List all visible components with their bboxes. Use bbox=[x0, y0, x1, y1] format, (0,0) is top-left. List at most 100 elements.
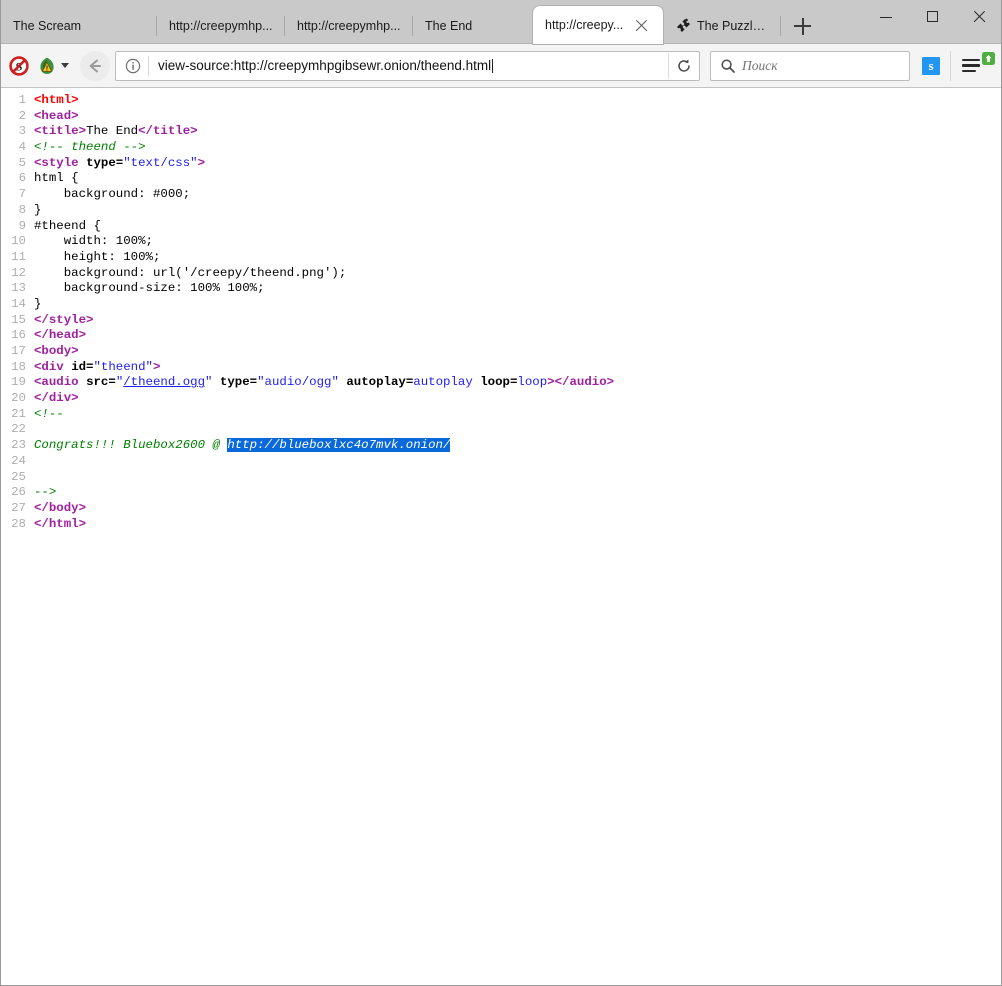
tab-label: The Puzzle Ma... bbox=[697, 19, 769, 33]
app-menu-button[interactable] bbox=[950, 51, 993, 81]
line-number: 8 bbox=[1, 203, 34, 219]
source-token: <div bbox=[34, 360, 71, 374]
search-input[interactable]: Поиск bbox=[742, 58, 778, 74]
source-token: > bbox=[153, 360, 160, 374]
tor-button[interactable]: ! bbox=[37, 56, 69, 76]
line-content: background: url('/creepy/theend.png'); bbox=[34, 266, 346, 282]
address-bar[interactable]: view-source:http://creepymhpgibsewr.onio… bbox=[115, 51, 700, 81]
source-token: --> bbox=[34, 485, 56, 499]
tab-close-button[interactable] bbox=[633, 17, 650, 34]
browser-tab[interactable]: http://creepymhp... bbox=[157, 8, 285, 44]
source-line: 17<body> bbox=[1, 344, 1001, 360]
browser-tab[interactable]: The Scream bbox=[1, 8, 157, 44]
line-content: height: 100%; bbox=[34, 250, 160, 266]
source-token: type= bbox=[86, 156, 123, 170]
update-badge bbox=[982, 52, 995, 65]
line-content: width: 100%; bbox=[34, 234, 153, 250]
source-line: 15</style> bbox=[1, 313, 1001, 329]
line-number: 3 bbox=[1, 124, 34, 140]
line-content: </html> bbox=[34, 517, 86, 533]
source-line: 16</head> bbox=[1, 328, 1001, 344]
line-number: 6 bbox=[1, 171, 34, 187]
noscript-icon[interactable]: S bbox=[9, 56, 29, 76]
browser-tab[interactable]: The Puzzle Ma... bbox=[663, 8, 781, 44]
source-token: width: 100%; bbox=[34, 234, 153, 248]
line-number: 18 bbox=[1, 360, 34, 376]
source-token: <html> bbox=[34, 93, 79, 107]
line-content: <!-- bbox=[34, 407, 64, 423]
source-token: </html> bbox=[34, 517, 86, 531]
line-number: 12 bbox=[1, 266, 34, 282]
line-content: <div id="theend"> bbox=[34, 360, 160, 376]
line-number: 13 bbox=[1, 281, 34, 297]
source-link[interactable]: /theend.ogg bbox=[123, 375, 205, 389]
address-text[interactable]: view-source:http://creepymhpgibsewr.onio… bbox=[149, 58, 668, 73]
line-content: </body> bbox=[34, 501, 86, 517]
tab-list: The Scream http://creepymhp... http://cree… bbox=[1, 0, 817, 44]
source-line: 21<!-- bbox=[1, 407, 1001, 423]
close-window-button[interactable] bbox=[955, 0, 1001, 32]
source-token: The End bbox=[86, 124, 138, 138]
maximize-button[interactable] bbox=[909, 0, 955, 32]
browser-tab[interactable]: http://creepy... bbox=[533, 6, 663, 44]
source-token: <body> bbox=[34, 344, 79, 358]
info-icon[interactable] bbox=[125, 58, 141, 74]
line-content: background: #000; bbox=[34, 187, 190, 203]
line-content: <body> bbox=[34, 344, 79, 360]
line-number: 27 bbox=[1, 501, 34, 517]
tab-label: http://creepymhp... bbox=[169, 19, 273, 33]
source-line: 3<title>The End</title> bbox=[1, 124, 1001, 140]
source-line: 24 bbox=[1, 454, 1001, 470]
line-number: 22 bbox=[1, 422, 34, 438]
browser-tab[interactable]: http://creepymhp... bbox=[285, 8, 413, 44]
source-token: <!-- theend --> bbox=[34, 140, 146, 154]
line-content: <audio src="/theend.ogg" type="audio/ogg… bbox=[34, 375, 614, 391]
line-number: 14 bbox=[1, 297, 34, 313]
back-button[interactable] bbox=[80, 51, 110, 81]
source-line: 6html { bbox=[1, 171, 1001, 187]
source-line: 18<div id="theend"> bbox=[1, 360, 1001, 376]
source-token: } bbox=[34, 203, 41, 217]
browser-tab[interactable]: The End bbox=[413, 8, 533, 44]
source-token: </style> bbox=[34, 313, 94, 327]
tab-label: The End bbox=[425, 19, 472, 33]
source-line: 8} bbox=[1, 203, 1001, 219]
source-line: 26--> bbox=[1, 485, 1001, 501]
window-controls bbox=[863, 0, 1001, 34]
source-token: background: url('/creepy/theend.png'); bbox=[34, 266, 346, 280]
tab-strip: The Scream http://creepymhp... http://cree… bbox=[1, 0, 1001, 44]
line-content: Congrats!!! Bluebox2600 @ http://bluebox… bbox=[34, 438, 450, 454]
source-token: > bbox=[198, 156, 205, 170]
line-number: 28 bbox=[1, 517, 34, 533]
source-token: type= bbox=[212, 375, 257, 389]
source-token: </div> bbox=[34, 391, 79, 405]
onion-icon: ! bbox=[37, 56, 57, 76]
new-tab-button[interactable] bbox=[787, 11, 817, 41]
source-token: <head> bbox=[34, 109, 79, 123]
source-token: "theend" bbox=[94, 360, 154, 374]
search-icon bbox=[720, 58, 736, 74]
line-content: } bbox=[34, 203, 41, 219]
line-number: 9 bbox=[1, 219, 34, 235]
tab-label: http://creepymhp... bbox=[297, 19, 401, 33]
reload-button[interactable] bbox=[668, 53, 699, 79]
line-number: 21 bbox=[1, 407, 34, 423]
search-bar[interactable]: Поиск bbox=[710, 51, 910, 81]
source-token: <audio bbox=[34, 375, 86, 389]
line-content: <style type="text/css"> bbox=[34, 156, 205, 172]
minimize-button[interactable] bbox=[863, 0, 909, 32]
selected-text[interactable]: http://blueboxlxc4o7mvk.onion/ bbox=[227, 438, 450, 452]
source-token: autoplay= bbox=[339, 375, 413, 389]
extension-button[interactable]: s bbox=[922, 57, 940, 75]
chevron-down-icon bbox=[61, 63, 69, 68]
source-token: id= bbox=[71, 360, 93, 374]
line-content: #theend { bbox=[34, 219, 101, 235]
source-line: 1<html> bbox=[1, 93, 1001, 109]
source-token: ></audio> bbox=[547, 375, 614, 389]
line-number: 2 bbox=[1, 109, 34, 125]
line-content: } bbox=[34, 297, 41, 313]
source-line: 25 bbox=[1, 470, 1001, 486]
tab-separator bbox=[780, 16, 781, 36]
source-line: 7 background: #000; bbox=[1, 187, 1001, 203]
source-token: loop bbox=[517, 375, 547, 389]
